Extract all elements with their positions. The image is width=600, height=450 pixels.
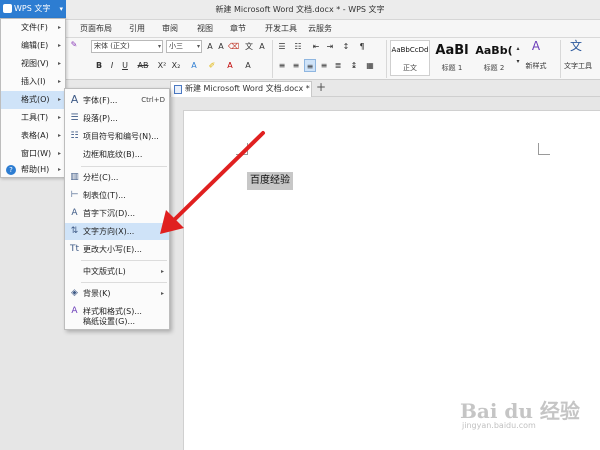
annotation-arrow	[160, 131, 265, 234]
watermark-logo: Bai du 经验	[460, 399, 580, 423]
arrow-shaft	[170, 131, 265, 224]
baidu-watermark: Bai du 经验 jingyan.baidu.com	[446, 395, 596, 445]
watermark-url: jingyan.baidu.com	[462, 421, 536, 430]
